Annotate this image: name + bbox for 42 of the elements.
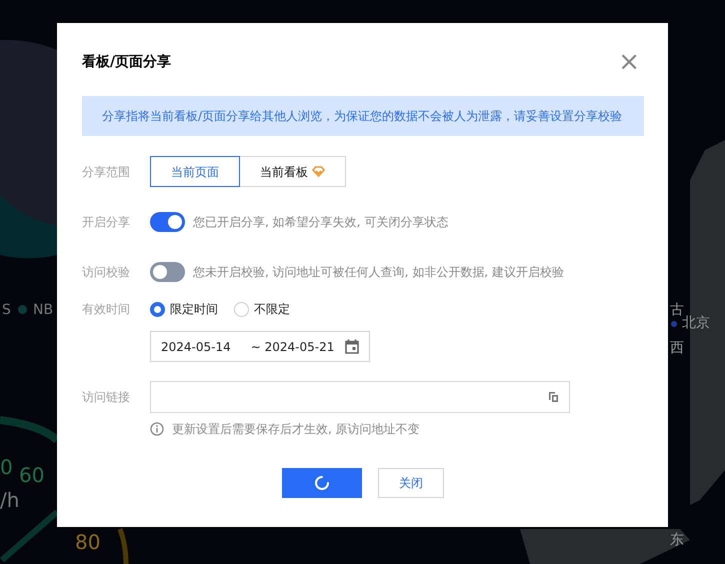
toggle-switch[interactable] <box>150 262 185 282</box>
loading-spinner-icon <box>314 475 330 491</box>
gauge-arc-drawing <box>118 528 128 564</box>
legend-label: S <box>2 301 11 320</box>
field-label: 分享范围 <box>82 164 131 180</box>
map-marker <box>671 321 677 327</box>
close-button[interactable]: × <box>614 49 644 75</box>
gauge-arc-drawing <box>0 416 60 444</box>
toggle-description: 您未开启校验, 访问地址可被任何人查询, 如非公开数据, 建议开启校验 <box>193 264 564 281</box>
date-end: ~ 2024-05-21 <box>250 338 334 356</box>
field-label: 访问校验 <box>82 264 131 281</box>
legend-label: NB <box>33 301 54 320</box>
field-label: 访问链接 <box>82 389 131 406</box>
date-start: 2024-05-14 <box>161 338 231 356</box>
gauge-label: 60 <box>19 462 44 489</box>
dialog-title: 看板/页面分享 <box>82 52 172 72</box>
info-banner: 分享指将当前看板/页面分享给其他人浏览，为保证您的数据不会被人为泄露，请妥善设置分享校验 <box>82 96 644 136</box>
map-label: 东 <box>670 531 684 550</box>
radio-option[interactable]: 限定时间 <box>150 300 218 318</box>
field-label: 有效时间 <box>82 301 131 318</box>
map-label: 北京 <box>682 315 710 333</box>
gauge-needle <box>0 510 59 562</box>
gauge-label: /h <box>0 487 20 514</box>
calendar-icon <box>345 339 359 354</box>
info-icon <box>150 422 164 436</box>
hint-text: 更新设置后需要保存后才生效, 原访问地址不变 <box>172 421 420 438</box>
scope-tab[interactable]: 当前看板 <box>240 156 346 187</box>
date-range-field[interactable]: 2024-05-14 ~ 2024-05-21 <box>150 331 370 362</box>
gauge-label: 80 <box>75 529 100 556</box>
link-field[interactable] <box>150 381 570 413</box>
save-button[interactable] <box>282 468 362 498</box>
scope-tab[interactable]: 当前页面 <box>150 156 240 187</box>
copy-icon[interactable] <box>548 391 559 403</box>
map-label: 西 <box>670 339 684 358</box>
field-label: 开启分享 <box>82 214 131 231</box>
toggle-description: 您已开启分享, 如希望分享失效, 可关闭分享状态 <box>193 214 448 231</box>
legend-dot <box>18 305 27 314</box>
close-dialog-button[interactable]: 关闭 <box>378 468 444 498</box>
map-label: 古 <box>670 301 684 318</box>
toggle-switch[interactable] <box>150 212 185 232</box>
radio-option[interactable]: 不限定 <box>234 300 290 318</box>
gauge-label: 0 <box>0 454 13 481</box>
